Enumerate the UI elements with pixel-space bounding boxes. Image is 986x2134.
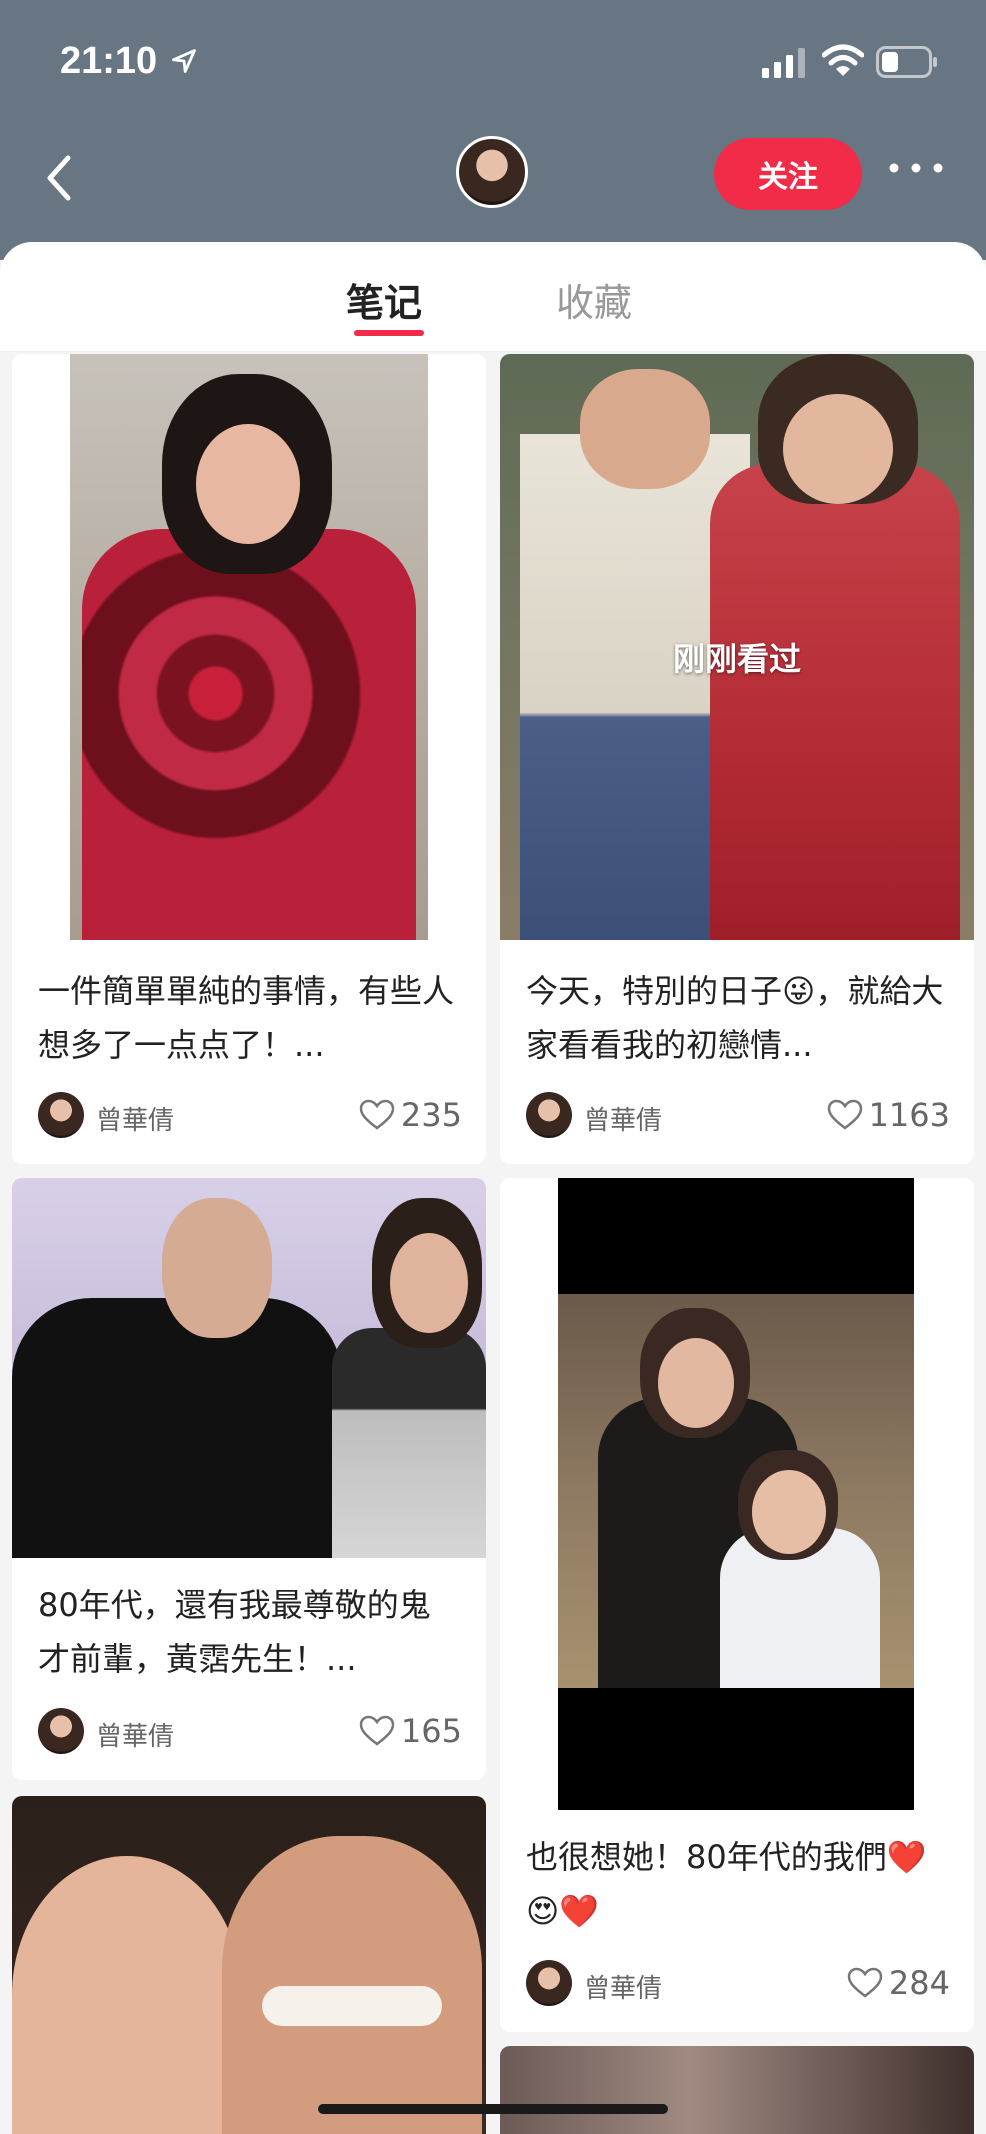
author-name: 曾華倩 xyxy=(96,1722,175,1752)
heart-icon xyxy=(359,1715,395,1746)
tab-collections[interactable]: 收藏 xyxy=(556,272,632,327)
note-card[interactable] xyxy=(500,2046,974,2134)
author-avatar xyxy=(526,1092,572,1138)
note-title: 也很想她！80年代的我們❤️😍❤️ xyxy=(526,1838,927,1930)
recently-viewed-label: 刚刚看过 xyxy=(672,640,801,678)
note-title: 一件簡單單純的事情，有些人想多了一点点了！... xyxy=(38,972,455,1064)
note-cover-image xyxy=(500,2046,974,2134)
like-count[interactable]: 165 xyxy=(359,1712,462,1750)
like-count[interactable]: 235 xyxy=(359,1096,462,1134)
note-card[interactable]: 刚刚看过 今天，特別的日子😜，就給大家看看我的初戀情... 曾華倩 1163 xyxy=(500,354,974,1164)
follow-button[interactable]: 关注 xyxy=(714,138,862,210)
status-time: 21:10 xyxy=(60,40,158,82)
like-count[interactable]: 1163 xyxy=(827,1096,950,1134)
note-card[interactable]: 一件簡單單純的事情，有些人想多了一点点了！... 曾華倩 235 xyxy=(12,354,486,1164)
home-indicator[interactable] xyxy=(318,2104,668,2114)
profile-header: 21:10 关注 xyxy=(0,0,986,260)
note-title: 今天，特別的日子😜，就給大家看看我的初戀情... xyxy=(526,972,944,1064)
heart-icon xyxy=(827,1099,862,1130)
location-arrow-icon xyxy=(172,49,196,73)
note-cover-image xyxy=(12,354,486,940)
status-bar: 21:10 xyxy=(0,0,986,120)
profile-avatar[interactable] xyxy=(456,136,528,208)
note-card[interactable]: 也很想她！80年代的我們❤️😍❤️ 曾華倩 284 xyxy=(500,1178,974,2032)
battery-icon xyxy=(876,46,937,78)
heart-icon xyxy=(359,1099,395,1130)
author-avatar xyxy=(38,1092,84,1138)
like-count[interactable]: 284 xyxy=(847,1964,950,2002)
author-avatar xyxy=(38,1708,84,1754)
back-arrow-icon[interactable] xyxy=(38,150,82,206)
note-cover-image xyxy=(500,1178,974,1810)
like-count-value: 284 xyxy=(888,1964,950,2002)
author-avatar xyxy=(526,1960,572,2006)
note-card[interactable]: 80年代，還有我最尊敬的鬼才前輩，黃霑先生！... 曾華倩 165 xyxy=(12,1178,486,1780)
author-name: 曾華倩 xyxy=(584,1974,663,2004)
active-tab-indicator xyxy=(354,330,424,336)
note-title: 80年代，還有我最尊敬的鬼才前輩，黃霑先生！... xyxy=(38,1586,431,1678)
author-name: 曾華倩 xyxy=(96,1106,175,1136)
wifi-icon xyxy=(822,44,864,76)
tab-notes[interactable]: 笔记 xyxy=(346,272,422,327)
note-cover-image xyxy=(12,1178,486,1558)
note-meta: 曾華倩 1163 xyxy=(526,1092,950,1140)
nav-bar: 关注 xyxy=(0,120,986,240)
author-name: 曾華倩 xyxy=(584,1106,663,1136)
note-cover-image xyxy=(12,1796,486,2134)
heart-icon xyxy=(847,1967,883,1998)
note-meta: 曾華倩 165 xyxy=(38,1708,462,1756)
note-meta: 曾華倩 235 xyxy=(38,1092,462,1140)
note-card[interactable] xyxy=(12,1796,486,2134)
like-count-value: 235 xyxy=(400,1096,462,1134)
profile-tabs: 笔记 收藏 xyxy=(0,242,986,352)
cellular-signal-icon xyxy=(762,48,805,78)
like-count-value: 1163 xyxy=(868,1096,950,1134)
like-count-value: 165 xyxy=(400,1712,462,1750)
note-meta: 曾華倩 284 xyxy=(526,1960,950,2008)
more-options-icon[interactable] xyxy=(888,158,944,178)
